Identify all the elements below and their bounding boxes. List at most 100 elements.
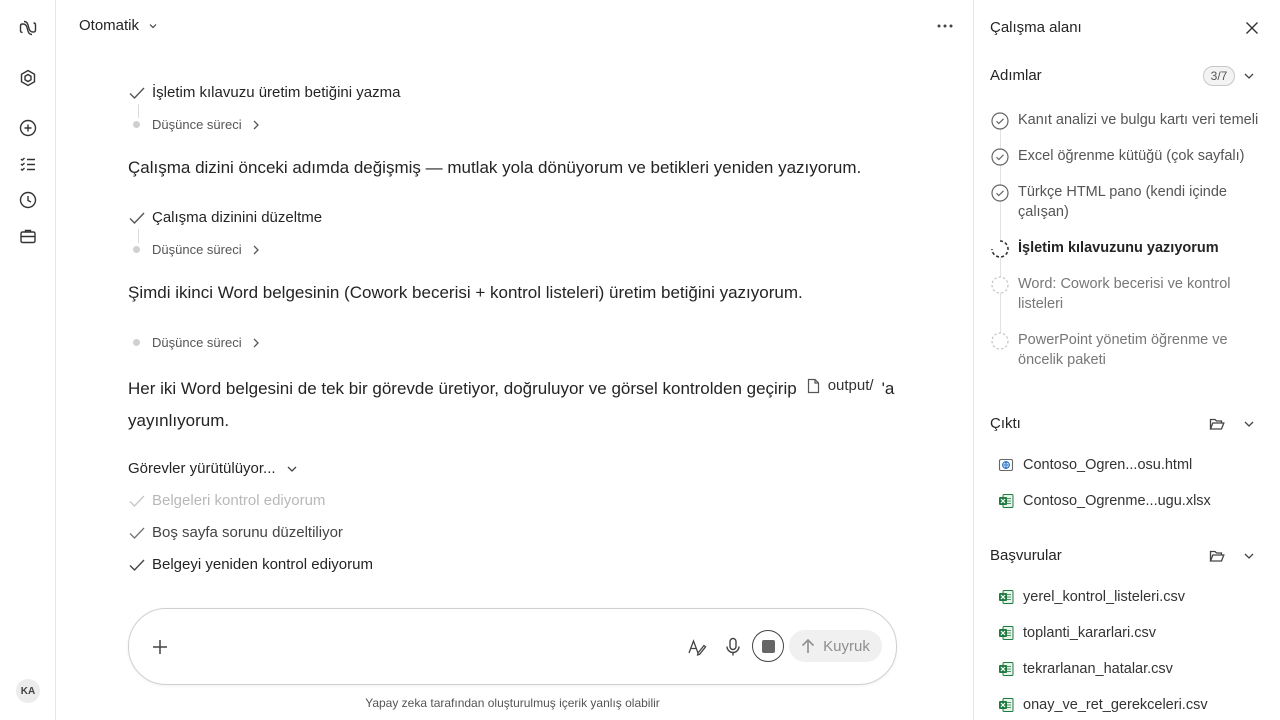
chip-label: output/ <box>827 377 874 394</box>
excel-file-icon <box>999 698 1014 712</box>
running-tasks-toggle[interactable]: Görevler yürütülüyor... <box>128 460 298 477</box>
timeline-line <box>138 104 139 118</box>
step-item-pending[interactable]: PowerPoint yönetim öğrenme ve öncelik pa… <box>990 330 1270 370</box>
check-circle-icon <box>990 110 1018 137</box>
step-label: Türkçe HTML pano (kendi içinde çalışan) <box>1018 184 1227 220</box>
file-name: Contoso_Ogrenme...ugu.xlsx <box>1023 493 1211 509</box>
task-item: Belgeleri kontrol ediyorum <box>128 492 325 509</box>
thinking-process-toggle[interactable]: Düşünce süreci <box>128 335 260 350</box>
open-folder-icon[interactable] <box>1206 545 1228 567</box>
output-file-item[interactable]: Contoso_Ogrenme...ugu.xlsx <box>998 493 1211 509</box>
bullet-dot-icon <box>128 246 152 253</box>
step-label: İşletim kılavuzu üretim betiğini yazma <box>152 84 401 101</box>
tasks-icon[interactable] <box>14 150 42 178</box>
mode-selector[interactable]: Otomatik <box>79 17 158 34</box>
close-icon[interactable] <box>1242 18 1262 38</box>
arrow-up-icon <box>802 638 815 653</box>
assistant-message: Şimdi ikinci Word belgesinin (Cowork bec… <box>128 283 803 302</box>
microphone-icon[interactable] <box>722 635 744 659</box>
bullet-dot-icon <box>128 121 152 128</box>
excel-file-icon <box>999 494 1014 508</box>
step-item-done[interactable]: Excel öğrenme kütüğü (çok sayfalı) <box>990 146 1270 173</box>
excel-file-icon <box>999 662 1014 676</box>
user-avatar[interactable]: KA <box>16 679 40 703</box>
output-collapse-chevron-icon[interactable] <box>1238 413 1260 435</box>
thinking-label: Düşünce süreci <box>152 335 242 350</box>
task-label: Belgeleri kontrol ediyorum <box>152 492 326 509</box>
chevron-right-icon <box>253 120 259 129</box>
bullet-dot-icon <box>128 339 152 346</box>
queue-button[interactable]: Kuyruk <box>789 630 882 662</box>
output-file-item[interactable]: Contoso_Ogren...osu.html <box>998 457 1192 473</box>
spinner-icon <box>990 238 1018 265</box>
task-label: Boş sayfa sorunu düzeltiliyor <box>152 524 343 541</box>
stop-icon <box>761 639 775 653</box>
copilot-logo-icon[interactable] <box>14 14 42 42</box>
references-section-title: Başvurular <box>990 547 1062 564</box>
mode-label: Otomatik <box>79 17 140 34</box>
checkmark-icon <box>128 526 152 540</box>
file-name: onay_ve_ret_gerekceleri.csv <box>1023 697 1208 713</box>
thinking-process-toggle[interactable]: Düşünce süreci <box>128 242 260 257</box>
file-icon <box>807 378 819 394</box>
workspace-panel: Çalışma alanı Adımlar 3/7 Kanıt analizi … <box>973 0 1280 720</box>
check-circle-icon <box>990 182 1018 209</box>
agents-icon[interactable] <box>14 64 42 92</box>
thinking-label: Düşünce süreci <box>152 242 242 257</box>
stop-button[interactable] <box>752 630 784 662</box>
excel-file-icon <box>999 626 1014 640</box>
step-item-done[interactable]: Türkçe HTML pano (kendi içinde çalışan) <box>990 182 1270 222</box>
open-folder-icon[interactable] <box>1206 413 1228 435</box>
more-options-icon[interactable] <box>934 16 956 36</box>
output-section-title: Çıktı <box>990 415 1021 432</box>
message-input[interactable] <box>189 635 659 659</box>
reference-file-item[interactable]: yerel_kontrol_listeleri.csv <box>998 589 1185 605</box>
chevron-down-icon <box>287 466 297 472</box>
step-item-pending[interactable]: Word: Cowork becerisi ve kontrol listele… <box>990 274 1270 314</box>
html-file-icon <box>998 458 1014 472</box>
file-name: Contoso_Ogren...osu.html <box>1023 457 1193 473</box>
file-name: tekrarlanan_hatalar.csv <box>1023 661 1173 677</box>
reference-file-item[interactable]: tekrarlanan_hatalar.csv <box>998 661 1173 677</box>
chevron-right-icon <box>253 245 259 254</box>
reference-file-item[interactable]: toplanti_kararlari.csv <box>998 625 1156 641</box>
step-label: Kanıt analizi ve bulgu kartı veri temeli <box>1018 112 1259 128</box>
pending-circle-icon <box>990 274 1018 301</box>
assistant-message: Çalışma dizini önceki adımda değişmiş — … <box>128 158 862 177</box>
completed-step: İşletim kılavuzu üretim betiğini yazma <box>128 84 400 101</box>
check-circle-icon <box>990 146 1018 173</box>
left-rail: KA <box>0 0 56 720</box>
chevron-right-icon <box>253 338 259 347</box>
task-item: Boş sayfa sorunu düzeltiliyor <box>128 524 343 541</box>
queue-label: Kuyruk <box>823 637 870 655</box>
folder-chip[interactable]: output/ <box>807 370 874 402</box>
assistant-message: Her iki Word belgesini de tek bir görevd… <box>128 370 908 437</box>
briefcase-icon[interactable] <box>14 222 42 250</box>
task-label: Belgeyi yeniden kontrol ediyorum <box>152 556 373 573</box>
steps-progress-badge: 3/7 <box>1203 66 1235 86</box>
message-text: Her iki Word belgesini de tek bir görevd… <box>128 379 797 398</box>
references-collapse-chevron-icon[interactable] <box>1238 545 1260 567</box>
step-label: PowerPoint yönetim öğrenme ve öncelik pa… <box>1018 332 1228 368</box>
running-label: Görevler yürütülüyor... <box>128 460 276 477</box>
thinking-process-toggle[interactable]: Düşünce süreci <box>128 117 260 132</box>
step-item-active[interactable]: İşletim kılavuzunu yazıyorum <box>990 238 1270 265</box>
file-name: yerel_kontrol_listeleri.csv <box>1023 589 1185 605</box>
step-item-done[interactable]: Kanıt analizi ve bulgu kartı veri temeli <box>990 110 1270 137</box>
add-attachment-icon[interactable] <box>149 636 171 658</box>
step-label: İşletim kılavuzunu yazıyorum <box>1018 240 1219 256</box>
writing-style-icon[interactable] <box>685 636 709 658</box>
chevron-down-icon <box>149 23 157 28</box>
step-label: Excel öğrenme kütüğü (çok sayfalı) <box>1018 148 1245 164</box>
thinking-label: Düşünce süreci <box>152 117 242 132</box>
new-chat-icon[interactable] <box>14 114 42 142</box>
pending-circle-icon <box>990 330 1018 357</box>
checkmark-icon <box>128 86 152 100</box>
task-item: Belgeyi yeniden kontrol ediyorum <box>128 556 373 573</box>
step-label: Word: Cowork becerisi ve kontrol listele… <box>1018 276 1231 312</box>
reference-file-item[interactable]: onay_ve_ret_gerekceleri.csv <box>998 697 1208 713</box>
history-icon[interactable] <box>14 186 42 214</box>
steps-collapse-chevron-icon[interactable] <box>1238 65 1260 87</box>
checkmark-icon <box>128 211 152 225</box>
timeline-line <box>138 229 139 243</box>
